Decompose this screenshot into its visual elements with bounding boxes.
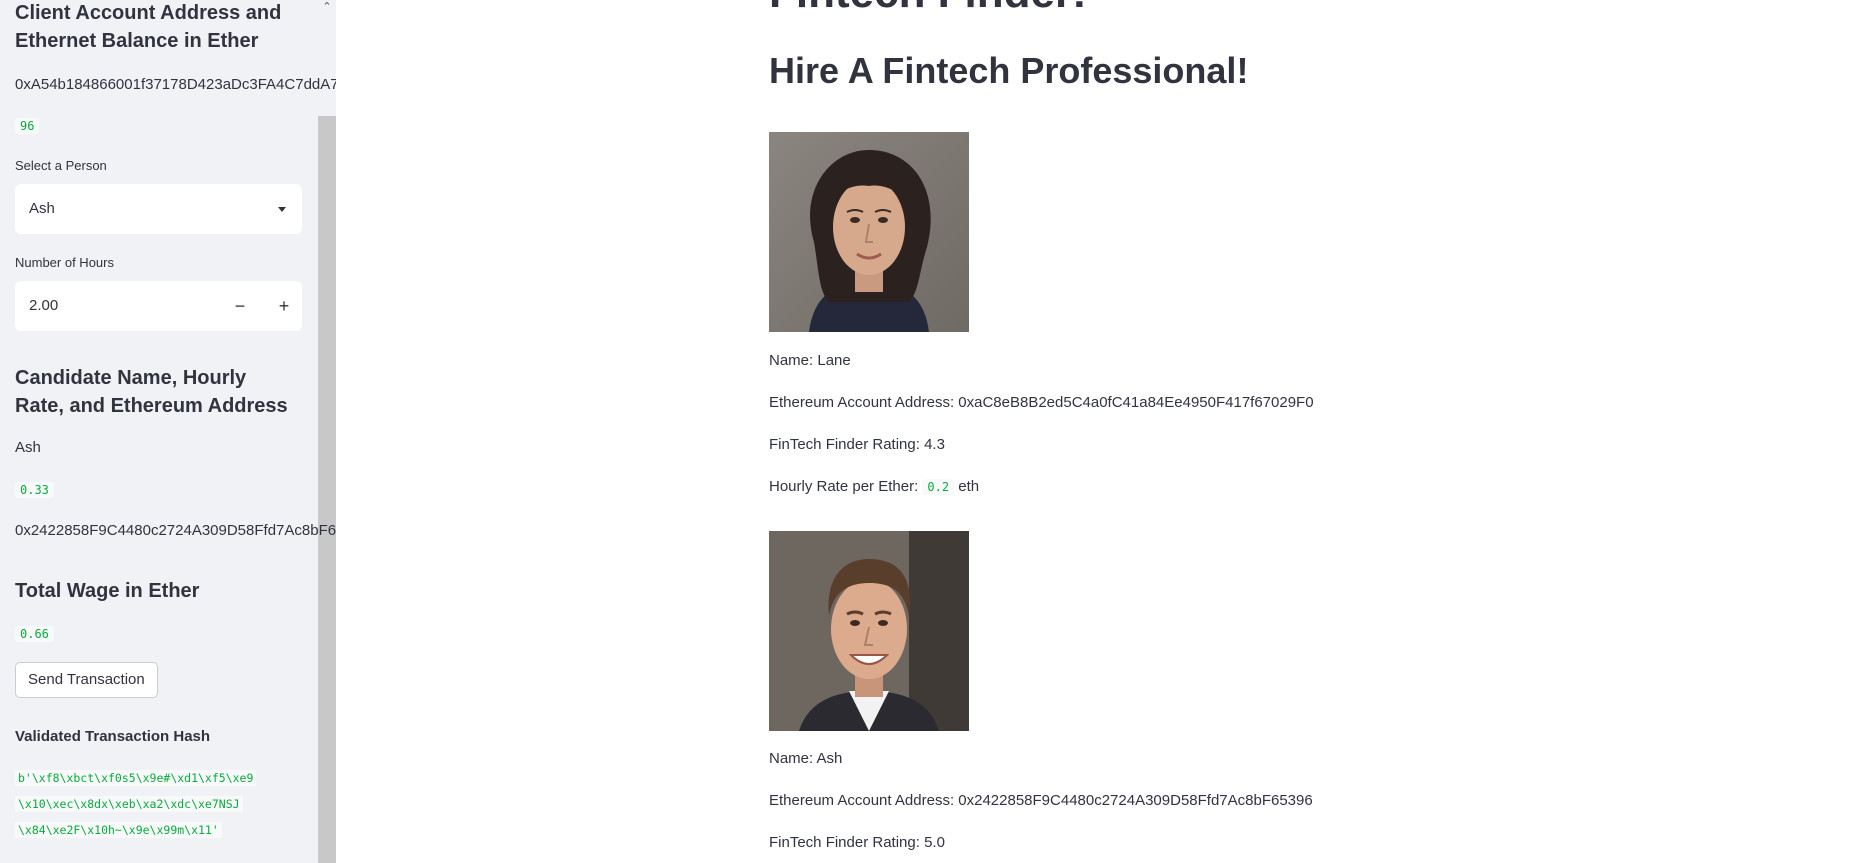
candidate-photo-ash	[769, 531, 969, 731]
candidate-rating-ash: FinTech Finder Rating: 5.0	[769, 834, 945, 851]
selected-person: Ash	[29, 200, 55, 217]
hours-label: Number of Hours	[15, 255, 114, 270]
candidate-name-lane: Name: Lane	[769, 352, 851, 369]
candidate-name-ash: Name: Ash	[769, 750, 843, 767]
select-person-dropdown[interactable]: Ash	[15, 184, 302, 234]
hours-number-input[interactable]: 2.00 − +	[15, 281, 302, 331]
balance-value: 96	[15, 118, 40, 134]
hash-line: b'\xf8\xbct\xf0s5\x9e#\xd1\xf5\xe9	[15, 770, 257, 786]
candidate-rate: 0.33	[15, 482, 54, 498]
sidebar: ⌃ Client Account Address and Ethernet Ba…	[0, 0, 336, 863]
candidate-heading: Candidate Name, Hourly Rate, and Ethereu…	[15, 367, 288, 417]
increment-button[interactable]: +	[269, 291, 299, 321]
candidate-address: 0x2422858F9C4480c2724A309D58Ffd7Ac8bF6	[15, 522, 336, 539]
hash-line: \x10\xec\x8dx\xeb\xa2\xdc\xe7NSJ	[15, 796, 243, 812]
chevron-down-icon[interactable]	[278, 207, 286, 212]
candidate-address-ash: Ethereum Account Address: 0x2422858F9C44…	[769, 792, 1313, 809]
hours-value[interactable]: 2.00	[29, 297, 58, 314]
rate-prefix: Hourly Rate per Ether:	[769, 478, 923, 495]
candidate-address-lane: Ethereum Account Address: 0xaC8eB8B2ed5C…	[769, 394, 1314, 411]
sidebar-scrollbar-thumb[interactable]	[318, 116, 336, 863]
account-heading: Client Account Address and Ethernet Bala…	[15, 2, 282, 52]
rate-value: 0.2	[922, 479, 955, 495]
page-subtitle: Hire A Fintech Professional!	[769, 50, 1249, 91]
scroll-up-icon[interactable]: ⌃	[318, 0, 336, 14]
send-transaction-button[interactable]: Send Transaction	[15, 662, 158, 698]
total-wage-value: 0.66	[15, 626, 54, 642]
candidate-rate-lane: Hourly Rate per Ether: 0.2 eth	[769, 478, 979, 495]
select-person-label: Select a Person	[15, 158, 107, 173]
total-wage-heading: Total Wage in Ether	[15, 580, 200, 602]
candidate-rating-lane: FinTech Finder Rating: 4.3	[769, 436, 945, 453]
main-content: Fintech Finder! Hire A Fintech Professio…	[336, 0, 1851, 863]
candidate-photo-lane	[769, 132, 969, 332]
decrement-button[interactable]: −	[225, 291, 255, 321]
page-title: Fintech Finder!	[769, 0, 1087, 18]
candidate-name: Ash	[15, 439, 41, 456]
hash-heading: Validated Transaction Hash	[15, 728, 211, 745]
rate-suffix: eth	[958, 478, 980, 495]
hash-line: \x84\xe2F\x10h~\x9e\x99m\x11'	[15, 822, 222, 838]
account-address: 0xA54b184866001f37178D423aDc3FA4C7ddA7	[15, 76, 336, 93]
